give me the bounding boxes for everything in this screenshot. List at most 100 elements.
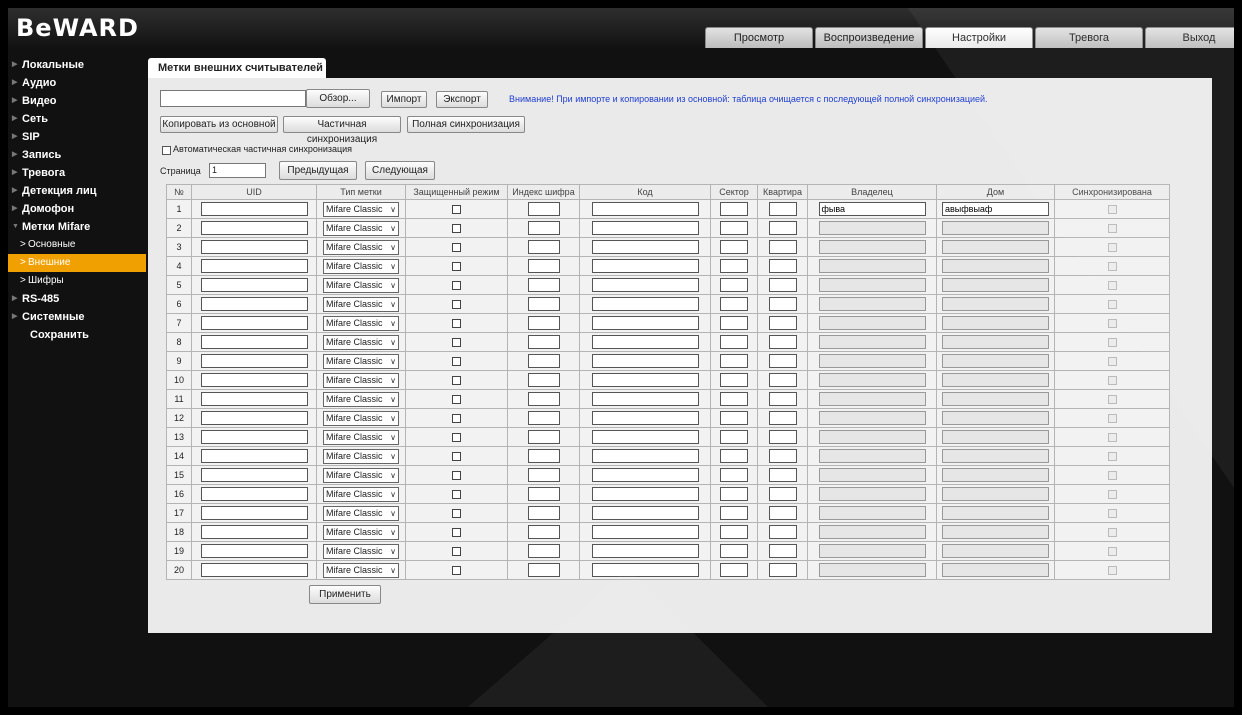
owner-input[interactable] (818, 297, 926, 311)
code-input[interactable] (591, 259, 699, 273)
tag-type-select[interactable]: Mifare Classic ∨ (323, 220, 399, 236)
uid-input[interactable] (200, 221, 308, 235)
protected-mode-checkbox[interactable] (452, 395, 461, 405)
cipher-index-input[interactable] (527, 202, 560, 216)
uid-input[interactable] (200, 335, 308, 349)
tag-type-select[interactable]: Mifare Classic ∨ (323, 448, 399, 464)
owner-input[interactable] (818, 487, 926, 501)
protected-mode-checkbox[interactable] (452, 471, 461, 481)
protected-mode-checkbox[interactable] (452, 357, 461, 367)
sector-input[interactable] (720, 202, 748, 216)
protected-mode-checkbox[interactable] (452, 490, 461, 500)
sidebar-item-13[interactable]: > Шифры (8, 272, 148, 290)
sidebar-item-10[interactable]: ▼ Метки Mifare (8, 218, 148, 236)
cipher-index-input[interactable] (527, 468, 560, 482)
sector-input[interactable] (720, 468, 748, 482)
cipher-index-input[interactable] (527, 544, 560, 558)
owner-input[interactable] (818, 373, 926, 387)
house-input[interactable] (942, 430, 1049, 444)
uid-input[interactable] (200, 240, 308, 254)
apartment-input[interactable] (768, 449, 797, 463)
house-input[interactable] (942, 525, 1049, 539)
owner-input[interactable] (818, 221, 926, 235)
tag-type-select[interactable]: Mifare Classic ∨ (323, 353, 399, 369)
owner-input[interactable] (818, 354, 926, 368)
code-input[interactable] (591, 544, 699, 558)
cipher-index-input[interactable] (527, 297, 560, 311)
import-button[interactable]: Импорт (381, 91, 427, 108)
code-input[interactable] (591, 240, 699, 254)
protected-mode-checkbox[interactable] (452, 509, 461, 519)
sector-input[interactable] (720, 354, 748, 368)
protected-mode-checkbox[interactable] (452, 528, 461, 538)
protected-mode-checkbox[interactable] (452, 262, 461, 272)
cipher-index-input[interactable] (527, 278, 560, 292)
apartment-input[interactable] (768, 563, 797, 577)
house-input[interactable] (942, 468, 1049, 482)
sector-input[interactable] (720, 392, 748, 406)
owner-input[interactable] (818, 468, 926, 482)
file-path-field[interactable] (160, 90, 306, 107)
sidebar-item-1[interactable]: ▶ Локальные (8, 56, 148, 74)
house-input[interactable] (942, 316, 1049, 330)
apartment-input[interactable] (768, 430, 797, 444)
sector-input[interactable] (720, 316, 748, 330)
code-input[interactable] (591, 392, 699, 406)
prev-page-button[interactable]: Предыдущая (279, 161, 357, 180)
apartment-input[interactable] (768, 506, 797, 520)
code-input[interactable] (591, 278, 699, 292)
uid-input[interactable] (200, 354, 308, 368)
export-button[interactable]: Экспорт (436, 91, 488, 108)
cipher-index-input[interactable] (527, 316, 560, 330)
sidebar-item-16[interactable]: Сохранить (8, 326, 148, 344)
full-sync-button[interactable]: Полная синхронизация (407, 116, 525, 133)
tag-type-select[interactable]: Mifare Classic ∨ (323, 391, 399, 407)
sidebar-item-3[interactable]: ▶ Видео (8, 92, 148, 110)
tag-type-select[interactable]: Mifare Classic ∨ (323, 239, 399, 255)
house-input[interactable] (942, 221, 1049, 235)
code-input[interactable] (591, 221, 699, 235)
house-input[interactable] (942, 392, 1049, 406)
house-input[interactable] (942, 373, 1049, 387)
protected-mode-checkbox[interactable] (452, 376, 461, 386)
sidebar-item-11[interactable]: > Основные (8, 236, 148, 254)
house-input[interactable] (942, 297, 1049, 311)
tag-type-select[interactable]: Mifare Classic ∨ (323, 410, 399, 426)
tab-exit[interactable]: Выход (1145, 27, 1234, 48)
house-input[interactable]: авыфвыаф (942, 202, 1049, 216)
code-input[interactable] (591, 354, 699, 368)
code-input[interactable] (591, 202, 699, 216)
sector-input[interactable] (720, 240, 748, 254)
apartment-input[interactable] (768, 544, 797, 558)
cipher-index-input[interactable] (527, 487, 560, 501)
apartment-input[interactable] (768, 373, 797, 387)
tag-type-select[interactable]: Mifare Classic ∨ (323, 429, 399, 445)
tag-type-select[interactable]: Mifare Classic ∨ (323, 524, 399, 540)
sidebar-item-7[interactable]: ▶ Тревога (8, 164, 148, 182)
code-input[interactable] (591, 487, 699, 501)
cipher-index-input[interactable] (527, 259, 560, 273)
sector-input[interactable] (720, 563, 748, 577)
auto-sync-checkbox[interactable] (162, 146, 171, 155)
code-input[interactable] (591, 411, 699, 425)
protected-mode-checkbox[interactable] (452, 224, 461, 234)
sector-input[interactable] (720, 278, 748, 292)
page-number-input[interactable]: 1 (209, 163, 266, 178)
house-input[interactable] (942, 563, 1049, 577)
owner-input[interactable] (818, 430, 926, 444)
sector-input[interactable] (720, 487, 748, 501)
code-input[interactable] (591, 335, 699, 349)
uid-input[interactable] (200, 297, 308, 311)
cipher-index-input[interactable] (527, 525, 560, 539)
house-input[interactable] (942, 487, 1049, 501)
uid-input[interactable] (200, 373, 308, 387)
sidebar-item-9[interactable]: ▶ Домофон (8, 200, 148, 218)
sector-input[interactable] (720, 297, 748, 311)
apartment-input[interactable] (768, 221, 797, 235)
owner-input[interactable]: фыва (818, 202, 926, 216)
apartment-input[interactable] (768, 392, 797, 406)
protected-mode-checkbox[interactable] (452, 281, 461, 291)
tag-type-select[interactable]: Mifare Classic ∨ (323, 486, 399, 502)
protected-mode-checkbox[interactable] (452, 300, 461, 310)
sidebar-item-8[interactable]: ▶ Детекция лиц (8, 182, 148, 200)
